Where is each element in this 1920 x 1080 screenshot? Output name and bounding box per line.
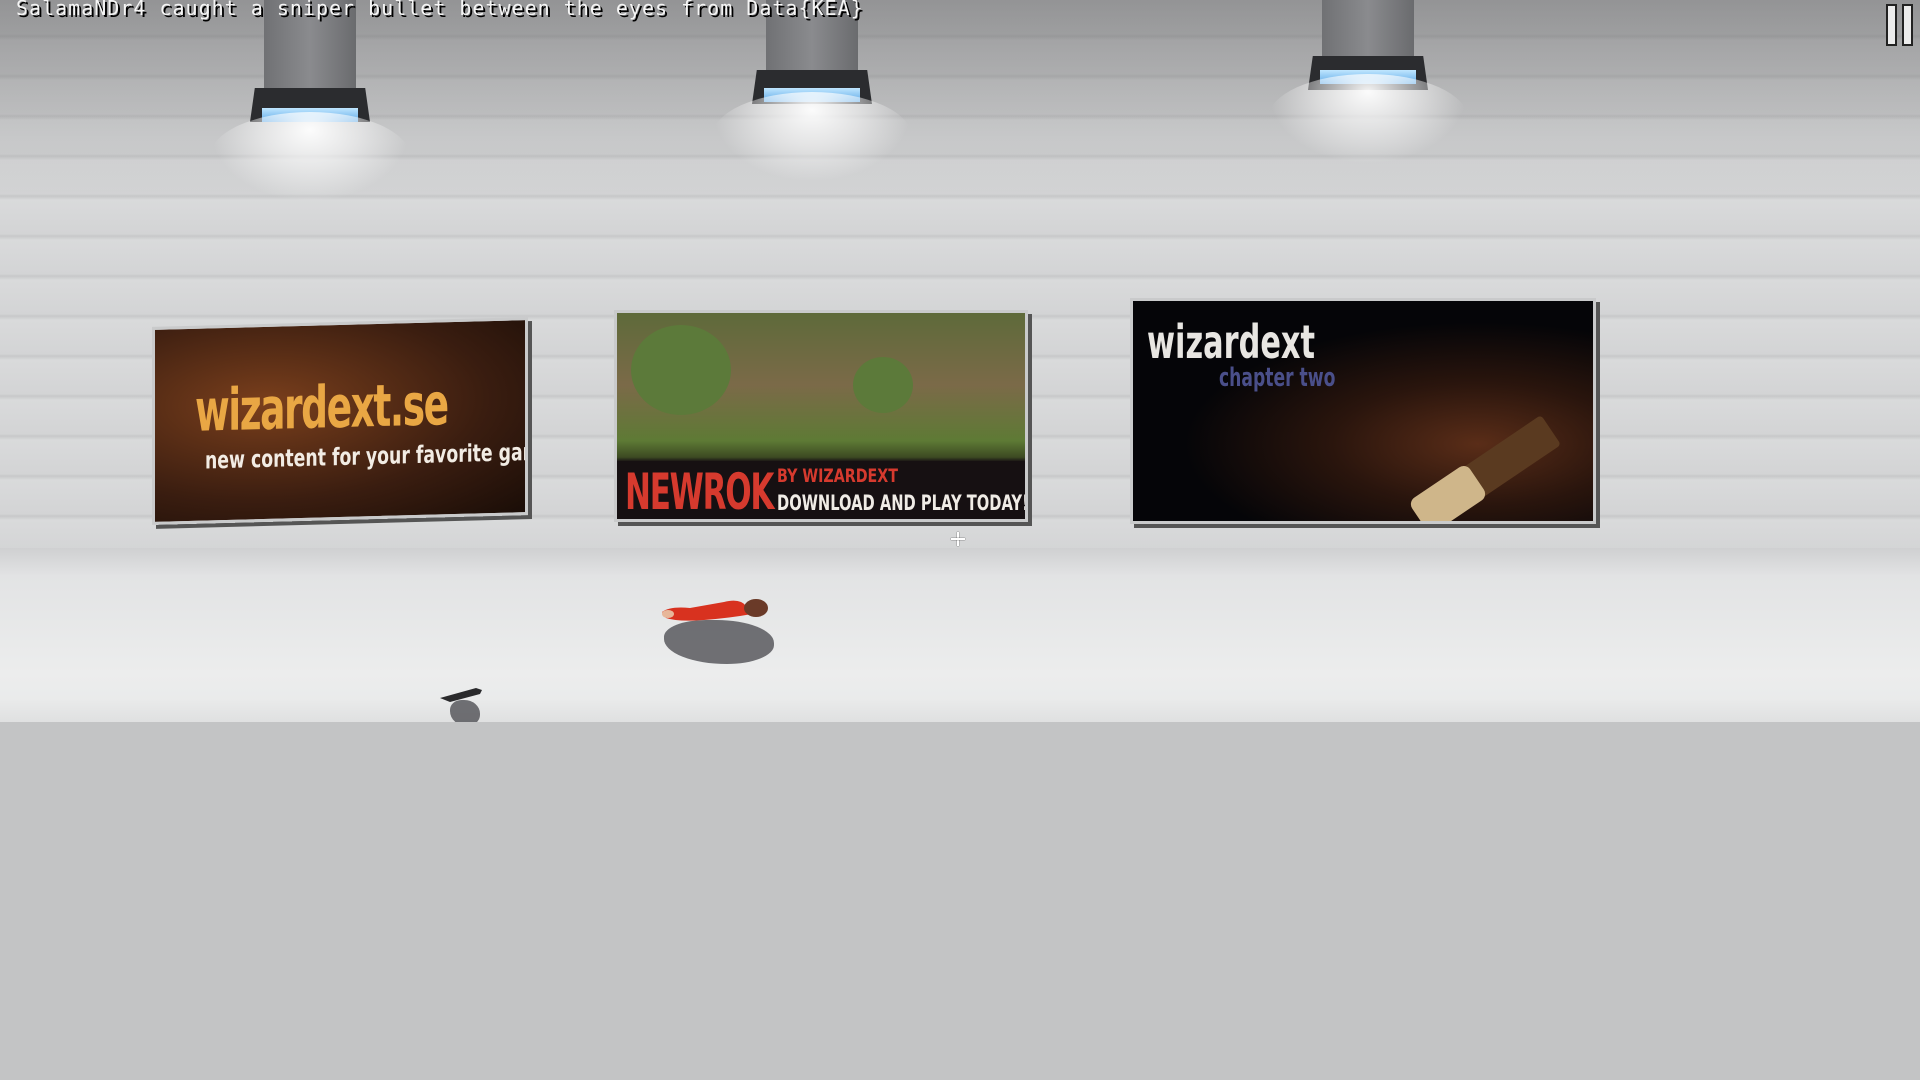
shell-ammo-icon — [940, 1033, 988, 1080]
pause-icon[interactable] — [1886, 4, 1916, 48]
ammo-digit: 0 — [908, 1033, 934, 1080]
poster-wizardext-site: wizardext.se new content for your favori… — [152, 317, 528, 525]
health-digit: 1 — [650, 1033, 676, 1080]
game-viewport: wizardext.se new content for your favori… — [0, 0, 1920, 1080]
poster-subtitle: chapter two — [1219, 363, 1336, 393]
poster-byline: BY WIZARDEXT — [777, 465, 898, 487]
dropped-gun-icon[interactable] — [438, 684, 484, 704]
poster-tree-art — [853, 357, 913, 413]
kill-feed-message: SalamaNDr4 caught a sniper bullet betwee… — [16, 0, 864, 20]
poster-call-to-action: DOWNLOAD AND PLAY TODAY! — [777, 491, 1028, 515]
poster-headline: NEWROK — [625, 463, 774, 521]
poster-title: wizardext — [1147, 315, 1316, 369]
health-cross-icon: ✚ — [742, 1033, 790, 1080]
health-digit: 0 — [706, 1033, 732, 1080]
tiled-floor — [0, 722, 1920, 1080]
wall-baseboard — [0, 548, 1920, 578]
crosshair-icon — [951, 532, 965, 546]
poster-title: wizardext.se — [195, 370, 448, 445]
poster-tree-art — [631, 325, 731, 415]
poster-chapter-two: wizardext chapter two — [1130, 298, 1596, 524]
health-digit: 0 — [678, 1033, 704, 1080]
fallen-player-body — [662, 599, 768, 621]
health-counter: 1 0 0 — [650, 1033, 732, 1080]
poster-newrok: NEWROK BY WIZARDEXT DOWNLOAD AND PLAY TO… — [614, 310, 1028, 522]
knife-icon — [1230, 1033, 1278, 1080]
ammo-counter: 0 — [908, 1033, 934, 1080]
